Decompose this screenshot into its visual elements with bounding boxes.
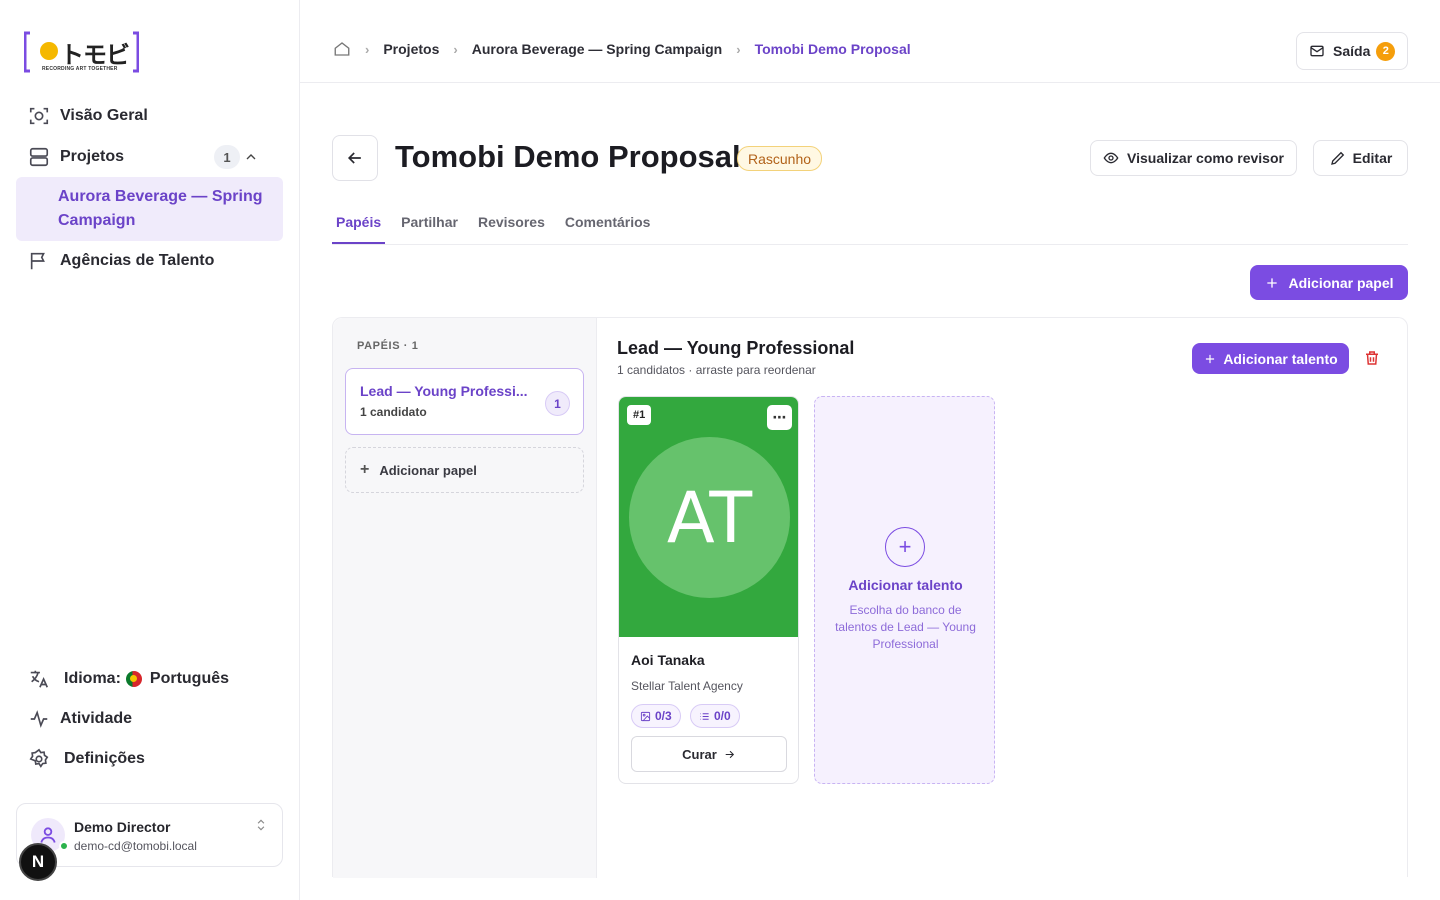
- sidebar-subitem-active-project[interactable]: Aurora Beverage — Spring Campaign: [16, 177, 283, 241]
- language-selector[interactable]: Idioma: Português: [16, 659, 283, 699]
- exit-label: Saída: [1333, 43, 1371, 59]
- online-status-dot: [59, 841, 69, 851]
- home-icon[interactable]: [333, 40, 351, 58]
- chevron-right-icon: ›: [453, 41, 458, 57]
- curate-button[interactable]: Curar: [631, 736, 787, 772]
- top-bar: › Projetos › Aurora Beverage — Spring Ca…: [300, 0, 1440, 83]
- exit-button[interactable]: Saída 2: [1296, 32, 1408, 70]
- sidebar-item-activity[interactable]: Atividade: [16, 699, 283, 739]
- add-talent-card-title: Adicionar talento: [848, 577, 963, 593]
- sidebar-item-agencies[interactable]: Agências de Talento: [16, 241, 283, 281]
- list-count: 0/0: [714, 709, 731, 723]
- breadcrumb-projects[interactable]: Projetos: [383, 41, 439, 57]
- sidebar-item-label: Agências de Talento: [60, 252, 215, 269]
- role-detail-subtitle: 1 candidatos · arraste para reordenar: [617, 363, 816, 377]
- logo-tagline: RECORDING ART TOGETHER: [42, 66, 118, 72]
- language-label: Idioma:: [64, 670, 121, 687]
- projects-count-badge: 1: [214, 145, 240, 169]
- sidebar-item-overview[interactable]: Visão Geral: [16, 96, 283, 136]
- user-email: demo-cd@tomobi.local: [74, 839, 197, 853]
- more-options-icon[interactable]: ⋯: [767, 405, 792, 430]
- talent-agency: Stellar Talent Agency: [631, 679, 743, 693]
- breadcrumb-current: Tomobi Demo Proposal: [754, 41, 911, 57]
- role-detail-title: Lead — Young Professional: [617, 338, 855, 358]
- role-item[interactable]: Lead — Young Professi... 1 candidato 1: [345, 368, 584, 435]
- layers-icon: [28, 146, 50, 168]
- preview-as-reviewer-button[interactable]: Visualizar como revisor: [1090, 140, 1297, 176]
- mail-icon: [1310, 45, 1324, 57]
- talent-photo: AT #1 ⋯: [619, 397, 798, 637]
- pencil-icon: [1330, 151, 1344, 165]
- roles-board: PAPÉIS · 1 Lead — Young Professi... 1 ca…: [332, 317, 1408, 878]
- eye-icon: [1103, 152, 1119, 164]
- logo-wordmark: トモビ: [60, 42, 130, 69]
- sidebar-item-label: Visão Geral: [60, 107, 148, 124]
- user-name: Demo Director: [74, 819, 171, 835]
- talent-card[interactable]: AT #1 ⋯ Aoi Tanaka Stellar Talent Agency…: [618, 396, 799, 784]
- plus-circle-icon: +: [885, 527, 925, 567]
- tab-reviewers[interactable]: Revisores: [474, 204, 549, 244]
- sidebar: トモビ RECORDING ART TOGETHER Visão Geral P…: [0, 0, 300, 900]
- plus-icon: [1267, 277, 1278, 288]
- add-talent-label: Adicionar talento: [1223, 350, 1338, 367]
- arrow-left-icon: [347, 152, 361, 164]
- gear-icon: [28, 748, 50, 770]
- list-icon: [700, 712, 709, 720]
- role-count-badge: 1: [545, 391, 570, 416]
- sidebar-item-label: Projetos: [60, 148, 125, 165]
- language-value: Português: [149, 670, 230, 687]
- add-role-label: Adicionar papel: [1288, 274, 1394, 291]
- edit-button[interactable]: Editar: [1313, 140, 1408, 176]
- arrow-right-icon: [725, 750, 734, 758]
- app-root: トモビ RECORDING ART TOGETHER Visão Geral P…: [0, 0, 1440, 900]
- page-title: Tomobi Demo Proposal: [395, 139, 741, 174]
- exit-count-badge: 2: [1376, 41, 1396, 61]
- breadcrumb-campaign[interactable]: Aurora Beverage — Spring Campaign: [472, 41, 723, 57]
- chevron-up-icon[interactable]: [243, 149, 259, 165]
- curate-label: Curar: [682, 746, 717, 762]
- translate-icon: [28, 668, 50, 690]
- chevron-right-icon: ›: [736, 41, 741, 57]
- tomobi-logo[interactable]: トモビ RECORDING ART TOGETHER: [23, 31, 140, 73]
- portugal-flag-icon: [125, 671, 142, 687]
- rank-badge: #1: [627, 405, 652, 425]
- tab-roles[interactable]: Papéis: [332, 204, 386, 244]
- photos-count: 0/3: [655, 709, 672, 723]
- trash-icon[interactable]: [1363, 349, 1381, 367]
- scan-icon: [28, 105, 50, 127]
- sidebar-item-settings[interactable]: Definições: [16, 739, 283, 779]
- image-icon: [640, 711, 651, 721]
- list-count-chip: 0/0: [690, 704, 740, 728]
- tab-bar: Papéis Partilhar Revisores Comentários: [332, 204, 1408, 245]
- sidebar-item-projects[interactable]: Projetos 1: [16, 137, 283, 177]
- breadcrumb: › Projetos › Aurora Beverage — Spring Ca…: [333, 40, 911, 58]
- add-talent-placeholder-card[interactable]: + Adicionar talento Escolha do banco de …: [814, 396, 995, 784]
- flag-icon: [28, 250, 50, 272]
- chevron-right-icon: ›: [365, 41, 370, 57]
- edit-label: Editar: [1352, 150, 1393, 166]
- add-talent-button[interactable]: Adicionar talento: [1192, 343, 1349, 374]
- roles-column: PAPÉIS · 1 Lead — Young Professi... 1 ca…: [333, 318, 597, 878]
- plus-icon: [1206, 354, 1215, 363]
- preview-label: Visualizar como revisor: [1127, 150, 1284, 166]
- add-role-button[interactable]: Adicionar papel: [1250, 265, 1408, 300]
- activity-icon: [28, 708, 50, 730]
- roles-header: PAPÉIS · 1: [357, 340, 419, 352]
- photos-count-chip: 0/3: [631, 704, 681, 728]
- add-talent-card-description: Escolha do banco de talentos de Lead — Y…: [835, 603, 976, 651]
- tab-share[interactable]: Partilhar: [397, 204, 462, 244]
- talent-initials-avatar: AT: [629, 437, 790, 598]
- back-button[interactable]: [332, 135, 378, 181]
- sidebar-item-label: Atividade: [60, 710, 133, 727]
- add-role-inline-button[interactable]: + Adicionar papel: [345, 447, 584, 493]
- tab-comments[interactable]: Comentários: [561, 204, 655, 244]
- status-badge: Rascunho: [737, 146, 823, 171]
- dev-tools-badge[interactable]: N: [19, 843, 57, 881]
- talent-name: Aoi Tanaka: [631, 652, 705, 668]
- chevrons-up-down-icon: [254, 818, 268, 832]
- sidebar-item-label: Definições: [64, 750, 145, 767]
- plus-icon: +: [360, 461, 370, 478]
- add-role-inline-label: Adicionar papel: [379, 462, 477, 478]
